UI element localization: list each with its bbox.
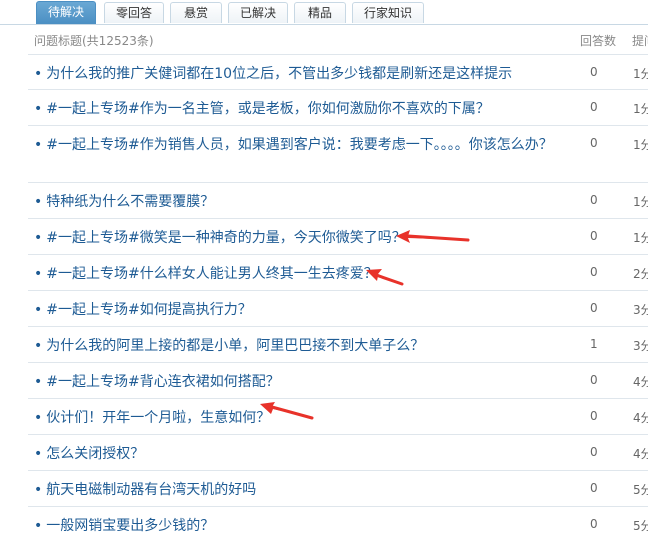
column-time-header: 提问 (632, 34, 648, 48)
ask-time: 1分 (633, 138, 648, 152)
tab-expert-knowledge[interactable]: 行家知识 (352, 2, 424, 23)
table-row: • #一起上专场#作为销售人员，如果遇到客户说：我要考虑一下。。。。你该怎么办？ … (28, 126, 648, 183)
table-row: • #一起上专场#作为一名主管，或是老板，你如何激励你不喜欢的下属？ 0 1分 (28, 90, 648, 126)
bullet-icon: • (34, 266, 43, 282)
bullet-icon: • (34, 410, 43, 426)
tab-bar: 待解决 零回答 悬赏 已解决 精品 行家知识 (0, 0, 648, 25)
ask-time: 1分 (633, 102, 648, 116)
ask-time: 3分 (633, 303, 648, 317)
bullet-icon: • (34, 446, 43, 462)
answer-count: 0 (590, 65, 598, 79)
question-link[interactable]: • 为什么我的推广关健词都在10位之后，不管出多少钱都是刷新还是这样提示 (34, 63, 554, 85)
table-row: • 特种纸为什么不需要覆膜？ 0 1分 (28, 183, 648, 219)
table-row: • #一起上专场#什么样女人能让男人终其一生去疼爱？ 0 2分 (28, 255, 648, 291)
answer-count: 0 (590, 229, 598, 243)
bullet-icon: • (34, 230, 43, 246)
ask-time: 1分 (633, 231, 648, 245)
ask-time: 2分 (633, 267, 648, 281)
question-link[interactable]: • 为什么我的阿里上接的都是小单，阿里巴巴接不到大单子么？ (34, 335, 554, 357)
ask-time: 5分 (633, 483, 648, 497)
bullet-icon: • (34, 66, 43, 82)
table-row: • 为什么我的推广关健词都在10位之后，不管出多少钱都是刷新还是这样提示 0 1分 (28, 55, 648, 90)
table-row: • 怎么关闭授权？ 0 4分 (28, 435, 648, 471)
question-link[interactable]: • #一起上专场#背心连衣裙如何搭配？ (34, 371, 554, 393)
question-link[interactable]: • 伙计们！开年一个月啦，生意如何？ (34, 407, 554, 429)
answer-count: 0 (590, 301, 598, 315)
ask-time: 4分 (633, 447, 648, 461)
answer-count: 0 (590, 445, 598, 459)
answer-count: 1 (590, 337, 598, 351)
answer-count: 0 (590, 409, 598, 423)
tab-resolved[interactable]: 已解决 (228, 2, 288, 23)
bullet-icon: • (34, 374, 43, 390)
ask-time: 4分 (633, 375, 648, 389)
table-row: • #一起上专场#如何提高执行力？ 0 3分 (28, 291, 648, 327)
table-row: • 伙计们！开年一个月啦，生意如何？ 0 4分 (28, 399, 648, 435)
table-header: 问题标题(共12523条) 回答数 提问 (28, 24, 648, 55)
bullet-icon: • (34, 137, 43, 153)
ask-time: 4分 (633, 411, 648, 425)
question-link[interactable]: • #一起上专场#微笑是一种神奇的力量，今天你微笑了吗？ (34, 227, 554, 249)
question-link[interactable]: • #一起上专场#如何提高执行力？ (34, 299, 554, 321)
question-list: • 为什么我的推广关健词都在10位之后，不管出多少钱都是刷新还是这样提示 0 1分… (28, 55, 648, 537)
bullet-icon: • (34, 101, 43, 117)
answer-count: 0 (590, 517, 598, 531)
question-link[interactable]: • 特种纸为什么不需要覆膜？ (34, 191, 554, 213)
bullet-icon: • (34, 302, 43, 318)
column-title-header: 问题标题(共12523条) (34, 34, 154, 48)
bullet-icon: • (34, 518, 43, 534)
answer-count: 0 (590, 100, 598, 114)
question-link[interactable]: • 怎么关闭授权？ (34, 443, 554, 465)
bullet-icon: • (34, 338, 43, 354)
column-answers-header: 回答数 (580, 34, 617, 48)
answer-count: 0 (590, 373, 598, 387)
question-link[interactable]: • 一般网销宝要出多少钱的？ (34, 515, 554, 537)
question-link[interactable]: • 航天电磁制动器有台湾天机的好吗 (34, 479, 554, 501)
answer-count: 0 (590, 193, 598, 207)
question-link[interactable]: • #一起上专场#什么样女人能让男人终其一生去疼爱？ (34, 263, 554, 285)
table-row: • 一般网销宝要出多少钱的？ 0 5分 (28, 507, 648, 537)
tab-bounty[interactable]: 悬赏 (170, 2, 222, 23)
table-row: • #一起上专场#背心连衣裙如何搭配？ 0 4分 (28, 363, 648, 399)
tab-featured[interactable]: 精品 (294, 2, 346, 23)
answer-count: 0 (590, 136, 598, 150)
ask-time: 1分 (633, 67, 648, 81)
bullet-icon: • (34, 482, 43, 498)
question-link[interactable]: • #一起上专场#作为一名主管，或是老板，你如何激励你不喜欢的下属？ (34, 98, 554, 120)
bullet-icon: • (34, 194, 43, 210)
question-link[interactable]: • #一起上专场#作为销售人员，如果遇到客户说：我要考虑一下。。。。你该怎么办？ (34, 134, 554, 156)
table-row: • 航天电磁制动器有台湾天机的好吗 0 5分 (28, 471, 648, 507)
answer-count: 0 (590, 265, 598, 279)
table-row: • #一起上专场#微笑是一种神奇的力量，今天你微笑了吗？ 0 1分 (28, 219, 648, 255)
tab-unresolved[interactable]: 待解决 (36, 1, 96, 24)
ask-time: 5分 (633, 519, 648, 533)
tab-zero-answers[interactable]: 零回答 (104, 2, 164, 23)
table-row: • 为什么我的阿里上接的都是小单，阿里巴巴接不到大单子么？ 1 3分 (28, 327, 648, 363)
answer-count: 0 (590, 481, 598, 495)
ask-time: 3分 (633, 339, 648, 353)
ask-time: 1分 (633, 195, 648, 209)
